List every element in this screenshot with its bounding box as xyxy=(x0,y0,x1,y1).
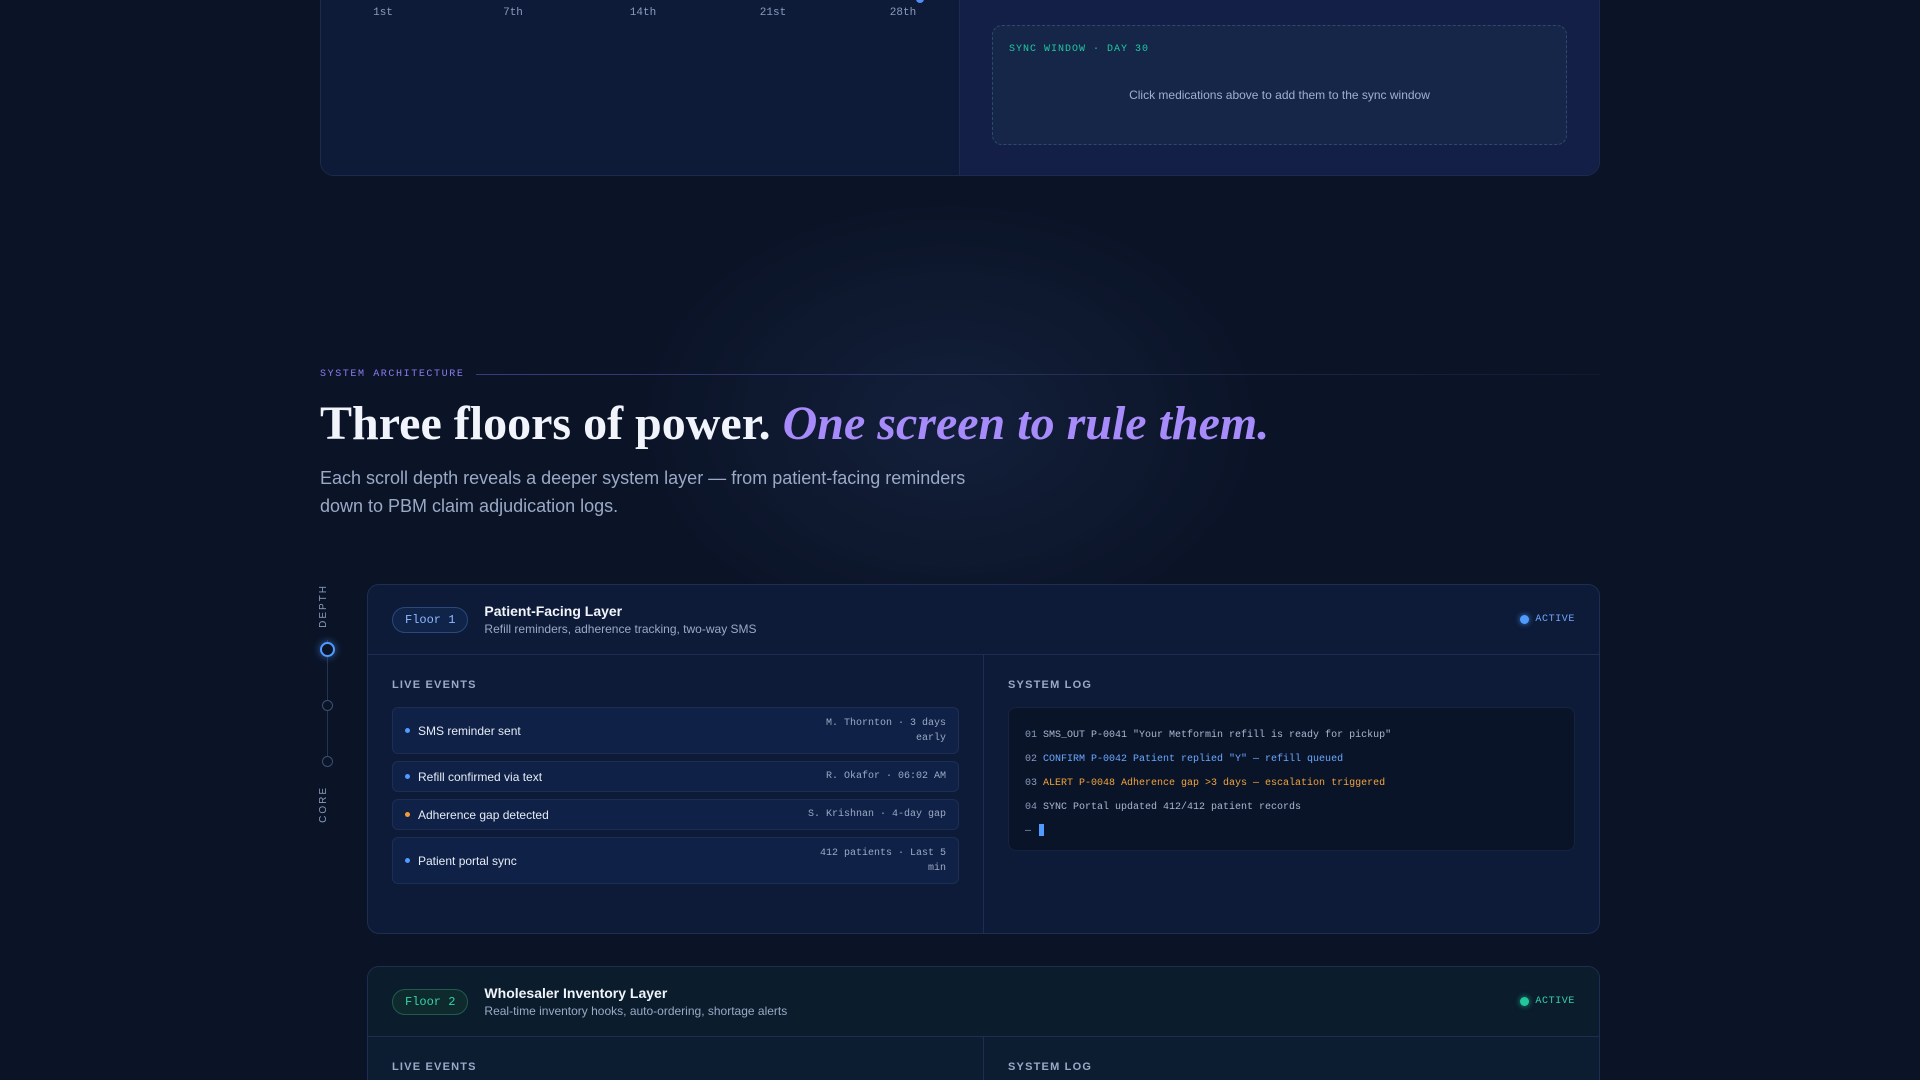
sync-calendar-card: 1st 7th 14th 21st 28th SYNC WINDOW · DAY… xyxy=(320,0,1600,176)
system-log-label: SYSTEM LOG xyxy=(1008,1061,1093,1073)
log-line-message: CONFIRM P-0042 Patient replied "Y" — ref… xyxy=(1043,754,1344,765)
system-log-panel: SYSTEM LOG 01 SMS_OUT P-0041 "Your Metfor… xyxy=(984,655,1599,933)
day-label: 1st xyxy=(373,7,393,19)
status-label: ACTIVE xyxy=(1535,996,1575,1007)
calendar-day-labels: 1st 7th 14th 21st 28th xyxy=(353,7,933,19)
system-log-panel: SYSTEM LOG xyxy=(984,1037,1599,1080)
blinking-cursor-icon xyxy=(1039,824,1045,837)
depth-node-floor-1[interactable] xyxy=(320,642,335,657)
floor-1-body: LIVE EVENTS SMS reminder sent M. Thornto… xyxy=(368,655,1599,933)
floor-1-card: Floor 1 Patient-Facing Layer Refill remi… xyxy=(367,584,1600,934)
system-log-terminal[interactable]: 01 SMS_OUT P-0041 "Your Metformin refill … xyxy=(1008,707,1575,851)
floor-2-card: Floor 2 Wholesaler Inventory Layer Real-… xyxy=(367,966,1600,1080)
event-meta: S. Krishnan · 4-day gap xyxy=(807,809,946,820)
floor-description: Real-time inventory hooks, auto-ordering… xyxy=(484,1004,788,1018)
log-line-number: 02 xyxy=(1025,754,1038,765)
day-label: 14th xyxy=(629,7,657,19)
log-line: 02 CONFIRM P-0042 Patient replied "Y" — r… xyxy=(1025,748,1558,772)
headline-accent: One screen to rule them. xyxy=(782,397,1270,450)
event-dot-icon xyxy=(405,858,410,863)
warning-dot-icon xyxy=(405,812,410,817)
depth-rail-bottom-label: CORE xyxy=(318,786,329,823)
floor-title: Patient-Facing Layer xyxy=(484,603,623,619)
depth-node-floor-2[interactable] xyxy=(322,700,333,711)
event-meta: R. Okafor · 06:02 AM xyxy=(825,771,946,782)
log-line-number: 03 xyxy=(1025,778,1038,789)
list-item[interactable]: SMS reminder sent M. Thornton · 3 days e… xyxy=(392,707,959,754)
floor-title-group: Patient-Facing Layer Refill reminders, a… xyxy=(484,603,756,636)
event-dot-icon xyxy=(405,728,410,733)
live-events-panel: LIVE EVENTS xyxy=(368,1037,984,1080)
depth-rail-top-label: DEPTH xyxy=(318,584,329,628)
status-dot-icon xyxy=(1520,997,1530,1006)
section-subhead: Each scroll depth reveals a deeper syste… xyxy=(320,468,966,516)
log-line-number: 01 xyxy=(1025,730,1038,741)
section-eyebrow: SYSTEM ARCHITECTURE xyxy=(320,369,465,380)
floor-2-body: LIVE EVENTS SYSTEM LOG xyxy=(368,1037,1599,1080)
sync-window-label: SYNC WINDOW · DAY 30 xyxy=(1009,44,1150,55)
floor-badge: Floor 1 xyxy=(392,606,469,633)
event-name: Patient portal sync xyxy=(418,853,517,868)
sync-window-dropzone[interactable]: SYNC WINDOW · DAY 30 Click medications a… xyxy=(992,25,1567,145)
list-item[interactable]: Refill confirmed via text R. Okafor · 06… xyxy=(392,761,959,792)
log-line-message: SYNC Portal updated 412/412 patient reco… xyxy=(1043,802,1302,813)
status-label: ACTIVE xyxy=(1535,614,1575,625)
live-events-label: LIVE EVENTS xyxy=(392,679,477,691)
log-line-message: ALERT P-0048 Adherence gap >3 days — esc… xyxy=(1043,778,1386,789)
event-name: SMS reminder sent xyxy=(418,723,521,738)
event-dot-icon xyxy=(405,774,410,779)
log-line: 04 SYNC Portal updated 412/412 patient re… xyxy=(1025,796,1558,820)
calendar-panel: 1st 7th 14th 21st 28th xyxy=(321,0,960,175)
calendar-marker-dot xyxy=(916,0,924,3)
event-name: Adherence gap detected xyxy=(418,807,549,822)
log-line: 03 ALERT P-0048 Adherence gap >3 days — e… xyxy=(1025,772,1558,796)
log-cursor-line: — xyxy=(1025,820,1558,844)
live-events-label: LIVE EVENTS xyxy=(392,1061,477,1073)
section-headline: Three floors of power. One screen to rul… xyxy=(320,396,1269,451)
list-item[interactable]: Patient portal sync 412 patients · Last … xyxy=(392,837,959,884)
floor-title-group: Wholesaler Inventory Layer Real-time inv… xyxy=(484,985,787,1018)
cursor-prefix: — xyxy=(1025,826,1032,837)
floor-1-header[interactable]: Floor 1 Patient-Facing Layer Refill remi… xyxy=(368,585,1599,655)
status-dot-icon xyxy=(1520,615,1530,624)
status-badge: ACTIVE xyxy=(1520,996,1575,1007)
day-label: 21st xyxy=(759,7,787,19)
event-meta: 412 patients · Last 5 min xyxy=(819,847,946,874)
eyebrow-divider xyxy=(476,374,1600,375)
event-meta: M. Thornton · 3 days early xyxy=(825,717,946,744)
depth-rail-line xyxy=(327,640,328,758)
event-name: Refill confirmed via text xyxy=(418,769,543,784)
floor-description: Refill reminders, adherence tracking, tw… xyxy=(484,622,757,636)
log-line-number: 04 xyxy=(1025,802,1038,813)
section-eyebrow-row: SYSTEM ARCHITECTURE xyxy=(320,369,1600,380)
system-log-label: SYSTEM LOG xyxy=(1008,679,1093,691)
list-item[interactable]: Adherence gap detected S. Krishnan · 4-d… xyxy=(392,799,959,830)
depth-node-floor-3[interactable] xyxy=(322,756,333,767)
live-events-panel: LIVE EVENTS SMS reminder sent M. Thornto… xyxy=(368,655,984,933)
floor-2-header[interactable]: Floor 2 Wholesaler Inventory Layer Real-… xyxy=(368,967,1599,1037)
status-badge: ACTIVE xyxy=(1520,614,1575,625)
log-line: 01 SMS_OUT P-0041 "Your Metformin refill … xyxy=(1025,724,1558,748)
headline-main: Three floors of power. xyxy=(320,397,771,450)
day-label: 7th xyxy=(503,7,523,19)
log-line-message: SMS_OUT P-0041 "Your Metformin refill is… xyxy=(1043,730,1392,741)
sync-window-hint: Click medications above to add them to t… xyxy=(1129,88,1430,102)
day-label: 28th xyxy=(889,7,917,19)
floor-badge: Floor 2 xyxy=(392,988,469,1015)
floor-title: Wholesaler Inventory Layer xyxy=(484,985,668,1001)
sync-window-panel: SYNC WINDOW · DAY 30 Click medications a… xyxy=(960,0,1599,175)
